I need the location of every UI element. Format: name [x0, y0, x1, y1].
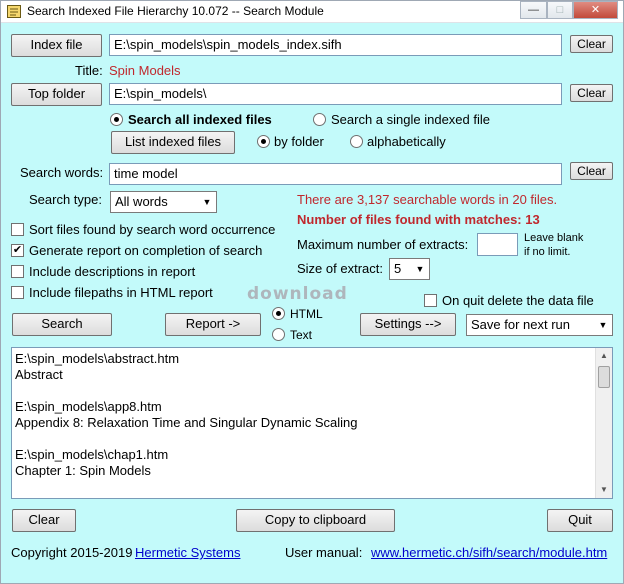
- result-line: [15, 431, 358, 447]
- searchable-words-text: There are 3,137 searchable words in 20 f…: [297, 192, 558, 207]
- minimize-button[interactable]: —: [520, 1, 547, 19]
- include-filepaths-label: Include filepaths in HTML report: [29, 285, 213, 300]
- result-line: Chapter 1: Spin Models: [15, 463, 151, 478]
- result-line: [15, 383, 358, 399]
- list-indexed-files-button[interactable]: List indexed files: [111, 131, 235, 154]
- app-window: Search Indexed File Hierarchy 10.072 -- …: [0, 0, 624, 584]
- chevron-down-icon: ▼: [202, 197, 212, 207]
- delete-data-file-label: On quit delete the data file: [442, 293, 594, 308]
- window-title: Search Indexed File Hierarchy 10.072 -- …: [27, 4, 324, 18]
- no-limit-note: if no limit.: [524, 246, 571, 258]
- search-all-radio[interactable]: [110, 113, 123, 126]
- app-icon: [7, 5, 21, 18]
- scroll-down-icon[interactable]: ▼: [596, 482, 612, 498]
- copy-to-clipboard-button[interactable]: Copy to clipboard: [236, 509, 395, 532]
- title-bar: Search Indexed File Hierarchy 10.072 -- …: [1, 1, 623, 23]
- title-label: Title:: [75, 63, 103, 78]
- search-type-label: Search type:: [29, 192, 102, 207]
- html-radio[interactable]: [272, 307, 285, 320]
- top-folder-button[interactable]: Top folder: [11, 83, 102, 106]
- search-type-select[interactable]: All words ▼: [110, 191, 217, 213]
- include-filepaths-checkbox[interactable]: [11, 286, 24, 299]
- sort-files-checkbox[interactable]: [11, 223, 24, 236]
- generate-report-label: Generate report on completion of search: [29, 243, 263, 258]
- result-line: Appendix 8: Relaxation Time and Singular…: [15, 415, 358, 430]
- result-line: Abstract: [15, 367, 63, 382]
- folder-clear-button[interactable]: Clear: [570, 84, 613, 102]
- delete-data-file-checkbox[interactable]: [424, 294, 437, 307]
- max-extracts-label: Maximum number of extracts:: [297, 237, 469, 252]
- chevron-down-icon: ▼: [598, 320, 608, 330]
- text-radio[interactable]: [272, 328, 285, 341]
- extract-size-label: Size of extract:: [297, 261, 383, 276]
- scroll-thumb[interactable]: [598, 366, 610, 388]
- include-descriptions-checkbox[interactable]: [11, 265, 24, 278]
- quit-button[interactable]: Quit: [547, 509, 613, 532]
- html-label: HTML: [290, 307, 323, 321]
- include-descriptions-label: Include descriptions in report: [29, 264, 196, 279]
- leave-blank-note: Leave blank: [524, 232, 584, 244]
- top-folder-input[interactable]: E:\spin_models\: [109, 83, 562, 105]
- results-list: E:\spin_models\abstract.htm Abstract E:\sp…: [15, 351, 358, 479]
- extract-size-select[interactable]: 5 ▼: [389, 258, 430, 280]
- search-words-clear-button[interactable]: Clear: [570, 162, 613, 180]
- copyright-text: Copyright 2015-2019: [11, 545, 133, 560]
- search-single-radio[interactable]: [313, 113, 326, 126]
- by-folder-label: by folder: [274, 134, 324, 149]
- files-found-text: Number of files found with matches: 13: [297, 212, 540, 227]
- sort-files-label: Sort files found by search word occurren…: [29, 222, 276, 237]
- chevron-down-icon: ▼: [415, 264, 425, 274]
- close-button[interactable]: ✕: [573, 1, 618, 19]
- company-link[interactable]: Hermetic Systems: [135, 545, 240, 560]
- save-option-select[interactable]: Save for next run ▼: [466, 314, 613, 336]
- extract-size-value: 5: [394, 261, 402, 276]
- results-panel[interactable]: E:\spin_models\abstract.htm Abstract E:\sp…: [11, 347, 613, 499]
- index-file-input[interactable]: E:\spin_models\spin_models_index.sifh: [109, 34, 562, 56]
- result-line: E:\spin_models\app8.htm: [15, 399, 162, 414]
- result-line: E:\spin_models\chap1.htm: [15, 447, 169, 462]
- maximize-button[interactable]: □: [547, 1, 573, 19]
- search-single-label: Search a single indexed file: [331, 112, 490, 127]
- user-manual-label: User manual:: [285, 545, 363, 560]
- text-label: Text: [290, 328, 313, 342]
- alphabetically-label: alphabetically: [367, 134, 446, 149]
- check-mark-icon: ✔: [12, 244, 23, 256]
- search-type-value: All words: [115, 194, 168, 209]
- generate-report-checkbox[interactable]: ✔: [11, 244, 24, 257]
- clear-results-button[interactable]: Clear: [12, 509, 76, 532]
- settings-button[interactable]: Settings -->: [360, 313, 456, 336]
- by-folder-radio[interactable]: [257, 135, 270, 148]
- title-value: Spin Models: [109, 63, 181, 78]
- result-line: E:\spin_models\abstract.htm: [15, 351, 180, 366]
- search-all-label: Search all indexed files: [128, 112, 272, 127]
- save-option-value: Save for next run: [471, 317, 570, 332]
- watermark-logo: download: [247, 284, 348, 304]
- max-extracts-input[interactable]: [477, 233, 518, 256]
- report-button[interactable]: Report ->: [165, 313, 261, 336]
- alphabetically-radio[interactable]: [350, 135, 363, 148]
- user-manual-link[interactable]: www.hermetic.ch/sifh/search/module.htm: [371, 545, 607, 560]
- index-clear-button[interactable]: Clear: [570, 35, 613, 53]
- results-scrollbar[interactable]: ▲ ▼: [595, 348, 612, 498]
- search-words-input[interactable]: time model: [109, 163, 562, 185]
- search-words-label: Search words:: [20, 165, 104, 180]
- index-file-button[interactable]: Index file: [11, 34, 102, 57]
- search-button[interactable]: Search: [12, 313, 112, 336]
- scroll-up-icon[interactable]: ▲: [596, 348, 612, 364]
